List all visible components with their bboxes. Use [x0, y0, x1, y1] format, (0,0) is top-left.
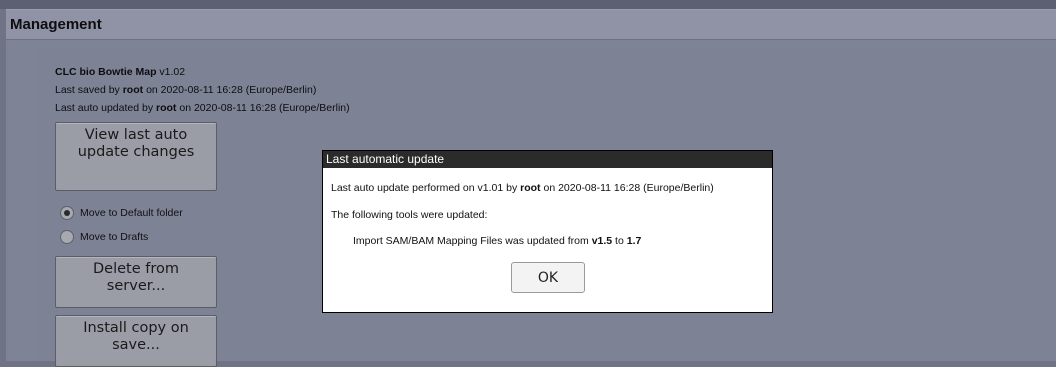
last-auto-prefix: Last auto updated by	[55, 102, 154, 114]
radio-unchecked-icon[interactable]	[60, 230, 74, 245]
workflow-name: CLC bio Bowtie Map	[55, 66, 157, 78]
dialog-line1-suffix: on 2020-08-11 16:28 (Europe/Berlin)	[543, 182, 714, 194]
radio-move-to-default-folder[interactable]: Move to Default folder	[60, 206, 183, 221]
dialog-line3-mid: to	[615, 235, 624, 247]
radio-label-default-folder: Move to Default folder	[80, 207, 183, 219]
panel-title: Management	[10, 16, 102, 33]
dialog-line-tools-updated: The following tools were updated:	[331, 209, 488, 221]
top-band	[0, 0, 1056, 9]
view-last-auto-update-changes-button[interactable]: View last auto update changes	[55, 122, 217, 191]
panel-header: Management	[6, 10, 1056, 40]
dialog-line1-prefix: Last auto update performed on v1.01 by	[331, 182, 518, 194]
last-auto-updated-line: Last auto updated by root on 2020-08-11 …	[55, 99, 350, 117]
last-automatic-update-dialog: Last automatic update Last auto update p…	[322, 150, 773, 313]
dialog-line3-prefix: Import SAM/BAM Mapping Files was updated…	[353, 235, 589, 247]
install-copy-on-save-button[interactable]: Install copy on save...	[55, 315, 217, 367]
dialog-version-from: v1.5	[591, 235, 613, 247]
last-saved-prefix: Last saved by	[55, 84, 120, 96]
last-auto-suffix: on 2020-08-11 16:28 (Europe/Berlin)	[179, 102, 350, 114]
workflow-info: CLC bio Bowtie Map v1.02 Last saved by r…	[55, 63, 350, 117]
dialog-line-performed: Last auto update performed on v1.01 by r…	[331, 182, 714, 194]
install-copy-label: Install copy on save...	[83, 320, 189, 353]
last-saved-user: root	[122, 84, 144, 96]
workflow-name-line: CLC bio Bowtie Map v1.02	[55, 63, 350, 81]
workflow-version: v1.02	[159, 66, 186, 78]
delete-label: Delete from server...	[93, 261, 179, 294]
dialog-version-to: 1.7	[626, 235, 642, 247]
last-saved-line: Last saved by root on 2020-08-11 16:28 (…	[55, 81, 350, 99]
last-saved-suffix: on 2020-08-11 16:28 (Europe/Berlin)	[146, 84, 317, 96]
radio-label-drafts: Move to Drafts	[80, 231, 149, 243]
last-auto-user: root	[156, 102, 177, 114]
radio-move-to-drafts[interactable]: Move to Drafts	[60, 230, 149, 245]
delete-from-server-button[interactable]: Delete from server...	[55, 256, 217, 308]
view-changes-label: View last auto update changes	[77, 127, 195, 160]
radio-checked-icon[interactable]	[60, 206, 74, 221]
ok-button[interactable]: OK	[511, 262, 585, 293]
dialog-line-tool-version: Import SAM/BAM Mapping Files was updated…	[353, 235, 641, 247]
dialog-title: Last automatic update	[323, 151, 772, 168]
dialog-line1-user: root	[520, 182, 541, 194]
